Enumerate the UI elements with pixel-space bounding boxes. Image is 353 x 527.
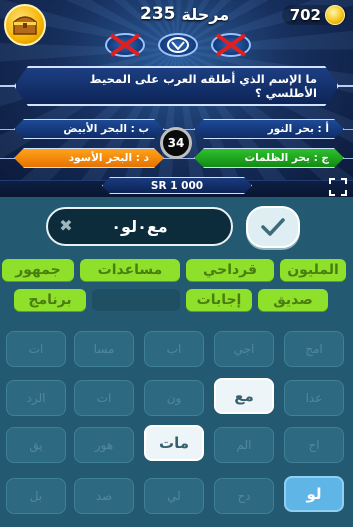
hint-word-text: برنامج bbox=[28, 292, 72, 308]
hint-word[interactable]: صديق bbox=[258, 289, 328, 311]
letter-tile[interactable]: بل bbox=[6, 478, 66, 514]
letter-tile[interactable]: اجي bbox=[214, 331, 274, 367]
answer-b[interactable]: ب : البحر الأبيض bbox=[14, 119, 164, 139]
countdown-timer: 34 bbox=[160, 127, 192, 159]
tile-text: هور bbox=[94, 438, 114, 452]
letter-tile-selected[interactable]: مع bbox=[214, 378, 274, 414]
tile-text: الرد bbox=[26, 391, 46, 405]
tile-text: الم bbox=[236, 438, 252, 452]
tile-text: امج bbox=[305, 342, 323, 356]
hint-word[interactable]: إجابات bbox=[186, 289, 252, 311]
coin-counter[interactable]: 702 bbox=[281, 5, 347, 25]
tile-text: اجي bbox=[233, 342, 255, 356]
letter-tile[interactable]: ات bbox=[74, 380, 134, 416]
level-label: مرحلة bbox=[181, 4, 230, 24]
coin-icon bbox=[325, 5, 345, 25]
answer-d[interactable]: د : البحر الأسود bbox=[14, 148, 164, 168]
tile-text: ات bbox=[28, 342, 44, 356]
tile-text: صد bbox=[95, 489, 113, 503]
question-line-right bbox=[337, 85, 353, 87]
answer-a-text: أ : بحر النور bbox=[267, 123, 329, 135]
crossed-out-icon bbox=[109, 33, 141, 57]
letter-tile-selected[interactable]: مات bbox=[144, 425, 204, 461]
clear-icon[interactable]: ✖ bbox=[58, 218, 74, 234]
letter-tile[interactable]: اب bbox=[144, 331, 204, 367]
checkmark-icon bbox=[261, 218, 285, 236]
tile-text: مسا bbox=[93, 342, 115, 356]
show-logo-icon bbox=[167, 37, 189, 53]
letter-tile[interactable]: امج bbox=[284, 331, 344, 367]
letter-tile[interactable]: صد bbox=[74, 478, 134, 514]
hint-word[interactable]: قرداحي bbox=[186, 259, 274, 281]
letter-tile[interactable]: ون bbox=[144, 380, 204, 416]
question-text: ما الإسم الذي أطلقه العرب على المحيط الأ… bbox=[89, 72, 317, 100]
question-box: ما الإسم الذي أطلقه العرب على المحيط الأ… bbox=[14, 66, 339, 106]
letter-tile[interactable]: دح bbox=[214, 478, 274, 514]
prize-amount: SR 1 000 bbox=[102, 177, 252, 194]
hint-word-text: جمهور bbox=[15, 262, 61, 278]
tile-text: دح bbox=[237, 489, 251, 503]
hint-word[interactable]: مساعدات bbox=[80, 259, 180, 281]
coin-count: 702 bbox=[289, 6, 321, 24]
hint-word-text: إجابات bbox=[196, 292, 242, 308]
tile-text: يق bbox=[29, 438, 43, 452]
letter-tile[interactable]: لي bbox=[144, 478, 204, 514]
answer-a[interactable]: أ : بحر النور bbox=[194, 119, 344, 139]
treasure-chest-button[interactable] bbox=[4, 4, 46, 46]
hint-word[interactable]: المليون bbox=[280, 259, 346, 281]
tile-text: مع bbox=[234, 387, 254, 405]
letter-tile[interactable]: الرد bbox=[6, 380, 66, 416]
letter-tile[interactable]: يق bbox=[6, 427, 66, 463]
answer-b-text: ب : البحر الأبيض bbox=[63, 123, 149, 135]
tile-text: اح bbox=[308, 438, 320, 452]
tile-text: ات bbox=[96, 391, 112, 405]
tile-text: مات bbox=[159, 434, 189, 452]
game-panel: 235 مرحلة 702 ما الإسم الذي أطلقه العرب … bbox=[0, 0, 353, 197]
tile-text: اب bbox=[166, 342, 182, 356]
tile-text: لو bbox=[306, 485, 322, 503]
timer-value: 34 bbox=[167, 136, 185, 150]
hint-word[interactable]: برنامج bbox=[14, 289, 86, 311]
letter-tile[interactable]: عدا bbox=[284, 380, 344, 416]
crossed-out-icon bbox=[215, 33, 247, 57]
submit-button[interactable] bbox=[246, 206, 300, 248]
letter-tile[interactable]: اح bbox=[284, 427, 344, 463]
answer-c[interactable]: ج : بحر الظلمات bbox=[194, 148, 344, 168]
answer-input-value: مع٠لو٠ bbox=[111, 217, 168, 236]
letter-tile-used[interactable]: لو bbox=[284, 476, 344, 512]
lifelines bbox=[103, 30, 253, 60]
tile-text: بل bbox=[29, 489, 43, 503]
treasure-chest-icon bbox=[13, 16, 37, 35]
expand-icon[interactable] bbox=[329, 178, 347, 196]
hint-word-text: مساعدات bbox=[97, 262, 163, 278]
level-indicator: 235 مرحلة bbox=[140, 3, 229, 25]
letter-tile[interactable]: الم bbox=[214, 427, 274, 463]
letter-tile[interactable]: هور bbox=[74, 427, 134, 463]
tile-text: لي bbox=[167, 489, 181, 503]
tile-text: عدا bbox=[305, 391, 323, 405]
hint-word-text: صديق bbox=[273, 292, 313, 308]
hint-word[interactable]: جمهور bbox=[2, 259, 74, 281]
lifeline-fifty-fifty[interactable] bbox=[105, 33, 145, 57]
hint-word-text: قرداحي bbox=[202, 262, 258, 278]
tile-text: ون bbox=[166, 391, 182, 405]
answer-d-text: د : البحر الأسود bbox=[68, 152, 149, 164]
lifeline-ask-audience[interactable] bbox=[211, 33, 251, 57]
hint-word-empty bbox=[92, 289, 180, 311]
prize-text: SR 1 000 bbox=[150, 179, 204, 192]
letter-tile[interactable]: مسا bbox=[74, 331, 134, 367]
answer-c-text: ج : بحر الظلمات bbox=[244, 152, 329, 164]
letter-tile[interactable]: ات bbox=[6, 331, 66, 367]
lifeline-logo bbox=[158, 33, 198, 57]
question-line-left bbox=[0, 85, 16, 87]
level-number: 235 bbox=[140, 4, 176, 24]
hint-word-text: المليون bbox=[287, 262, 339, 278]
answer-input[interactable]: ✖ مع٠لو٠ bbox=[46, 207, 233, 246]
